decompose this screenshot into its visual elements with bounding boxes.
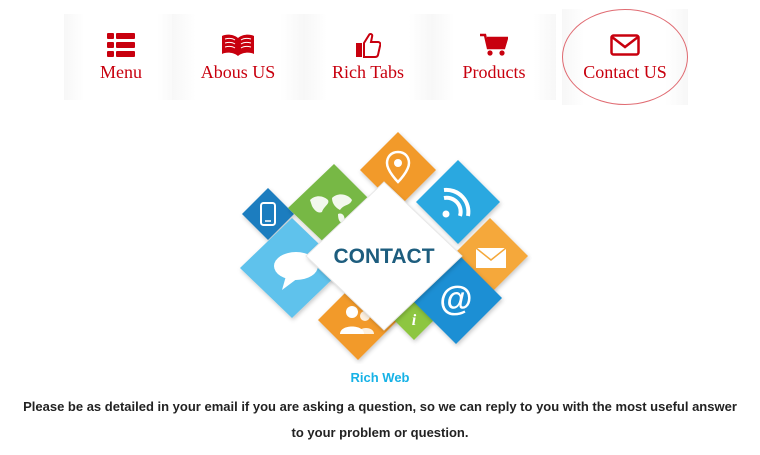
main-nav: Menu Abous US Rich Tabs Products Contact… [0,0,760,110]
nav-label-products: Products [462,61,526,82]
contact-hero-graphic: i @ CONTACT [232,128,532,364]
book-icon [222,34,254,56]
thumbs-up-icon [356,32,381,58]
nav-label-contact-us: Contact US [583,61,667,82]
nav-item-contact-us[interactable]: Contact US [562,9,688,105]
shopping-cart-icon [480,33,508,56]
envelope-icon [610,33,640,56]
nav-item-menu[interactable]: Menu [64,14,178,100]
nav-label-rich-tabs: Rich Tabs [332,61,404,82]
nav-item-rich-tabs[interactable]: Rich Tabs [304,14,432,100]
nav-label-about-us: Abous US [200,61,276,82]
svg-text:i: i [412,312,417,329]
nav-item-about-us[interactable]: Abous US [172,14,304,100]
nav-label-menu: Menu [100,61,142,82]
nav-item-products[interactable]: Products [432,14,556,100]
contact-hero-title: CONTACT [333,245,434,268]
list-icon [107,32,135,57]
brand-name: Rich Web [350,370,410,385]
svg-text:@: @ [439,280,472,318]
contact-description: Please be as detailed in your email if y… [23,399,737,440]
